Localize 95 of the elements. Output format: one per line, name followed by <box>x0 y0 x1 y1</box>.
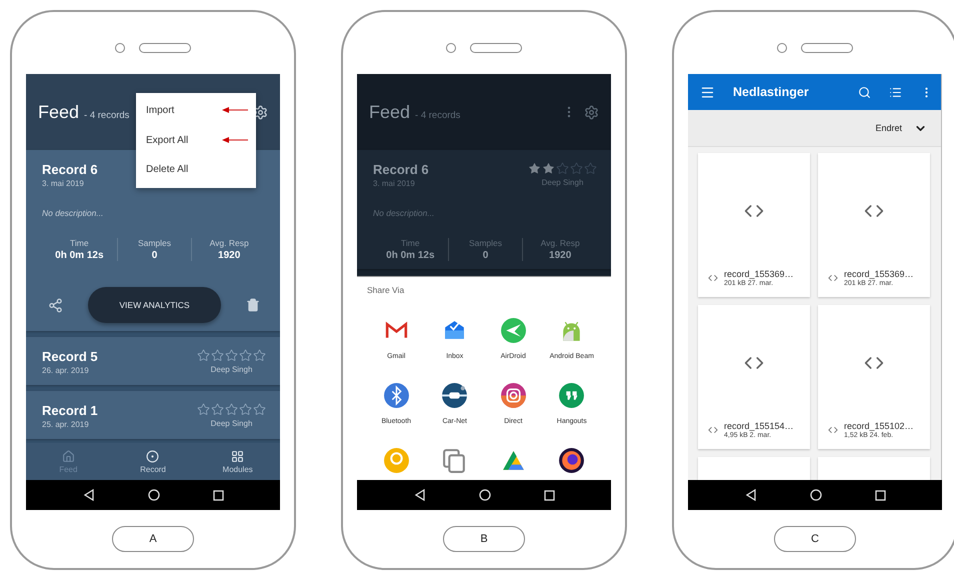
stat-label: Samples <box>468 238 502 248</box>
view-analytics-button[interactable]: VIEW ANALYTICS <box>88 287 221 323</box>
home-icon <box>62 450 75 462</box>
star-icon[interactable] <box>528 162 541 175</box>
phone-label: A <box>112 526 194 552</box>
menu-item[interactable]: Import <box>136 96 256 126</box>
stat-value: 1920 <box>218 250 240 261</box>
star-icon[interactable] <box>239 349 252 362</box>
back-icon[interactable] <box>82 489 94 501</box>
home-icon[interactable] <box>478 489 490 501</box>
camera-icon[interactable] <box>500 382 527 409</box>
search-icon[interactable] <box>858 86 871 98</box>
star-icon[interactable] <box>239 403 252 416</box>
camera-dot <box>446 43 456 53</box>
globe-icon[interactable] <box>558 447 586 474</box>
menu-icon[interactable] <box>700 84 715 100</box>
star-icon[interactable] <box>542 162 555 175</box>
stat-label: Samples <box>138 238 172 248</box>
screen-title: Nedlastinger <box>733 85 810 99</box>
phone-label: C <box>774 526 856 552</box>
camera-dot <box>777 43 787 53</box>
stat-value: 0h 0m 12s <box>55 250 104 261</box>
author-name: Deep Singh <box>542 178 584 187</box>
star-icon[interactable] <box>584 162 597 175</box>
record-card[interactable]: Record 6 3. mai 2019 Deep Singh No description... Time 0h 0m 12s Samples 0 Avg. Resp 1920 <box>357 150 611 269</box>
record-date: 3. mai 2019 <box>373 179 416 188</box>
code-icon <box>708 425 718 435</box>
speaker-grille <box>470 43 522 53</box>
file-name: record_155102… <box>844 421 914 431</box>
camera-dot <box>115 43 125 53</box>
bluetooth-icon[interactable] <box>382 382 410 409</box>
star-icon[interactable] <box>225 403 238 416</box>
recents-icon[interactable] <box>874 490 886 500</box>
code-icon <box>828 425 838 435</box>
code-icon <box>708 273 718 283</box>
stat-value: 0 <box>152 250 158 261</box>
sheet-title: Share Via <box>367 285 406 295</box>
speaker-grille <box>139 43 191 53</box>
back-icon[interactable] <box>744 489 756 501</box>
record-description: No description... <box>42 208 104 218</box>
recents-icon[interactable] <box>212 490 224 500</box>
record-name: Record 5 <box>42 349 98 364</box>
record-name: Record 6 <box>42 162 98 177</box>
home-icon[interactable] <box>810 489 822 501</box>
record-icon <box>146 450 160 462</box>
quote-icon[interactable] <box>558 382 586 409</box>
record-name: Record 1 <box>42 403 98 418</box>
star-icon[interactable] <box>253 349 266 362</box>
record-date: 25. apr. 2019 <box>42 420 90 429</box>
back-icon[interactable] <box>414 489 426 501</box>
grid-icon <box>231 450 244 462</box>
star-icon[interactable] <box>225 349 238 362</box>
star-icon[interactable] <box>211 349 224 362</box>
nav-tab[interactable]: Modules <box>195 443 280 480</box>
record-card[interactable]: Record 1 25. apr. 2019 Deep Singh <box>26 391 280 439</box>
star-icon[interactable] <box>197 403 210 416</box>
screen-title: Feed <box>369 102 410 122</box>
stat-value: 1920 <box>549 250 572 261</box>
star-icon[interactable] <box>211 403 224 416</box>
star-icon[interactable] <box>253 403 266 416</box>
share-icon[interactable] <box>48 298 63 312</box>
record-description: No description... <box>373 208 436 218</box>
code-icon <box>828 273 838 283</box>
author-name: Deep Singh <box>210 365 252 374</box>
stat-label: Avg. Resp <box>210 238 249 248</box>
home-icon[interactable] <box>148 489 160 501</box>
author-name: Deep Singh <box>210 419 252 428</box>
record-count: - 4 records <box>84 110 130 120</box>
nav-tab[interactable]: Record <box>110 443 196 480</box>
recents-icon[interactable] <box>544 490 554 500</box>
file-name: record_155369… <box>724 269 794 279</box>
screen-title: Feed <box>38 102 80 122</box>
phone-label: B <box>443 526 525 552</box>
paper-plane-icon[interactable] <box>500 317 527 344</box>
list-icon[interactable] <box>889 86 902 98</box>
stat-label: Avg. Resp <box>540 238 580 248</box>
speaker-grille <box>801 43 853 53</box>
record-date: 26. apr. 2019 <box>42 366 90 375</box>
delete-icon[interactable] <box>246 298 260 312</box>
star-icon[interactable] <box>556 162 569 175</box>
record-date: 3. mai 2019 <box>42 179 85 188</box>
stat-label: Time <box>401 238 420 248</box>
menu-item[interactable]: Delete All <box>136 155 256 184</box>
stat-value: 0h 0m 12s <box>386 250 435 261</box>
sort-label[interactable]: Endret <box>875 123 902 133</box>
file-name: record_155369… <box>844 269 914 279</box>
file-name: record_155154… <box>724 421 794 431</box>
record-card[interactable]: Record 5 26. apr. 2019 Deep Singh <box>26 337 280 385</box>
star-icon[interactable] <box>197 349 210 362</box>
stat-label: Time <box>70 238 89 248</box>
star-icon[interactable] <box>570 162 583 175</box>
record-count: - 4 records <box>415 110 460 120</box>
record-name: Record 6 <box>373 162 429 177</box>
car-icon[interactable] <box>441 382 468 409</box>
stat-value: 0 <box>482 250 488 261</box>
